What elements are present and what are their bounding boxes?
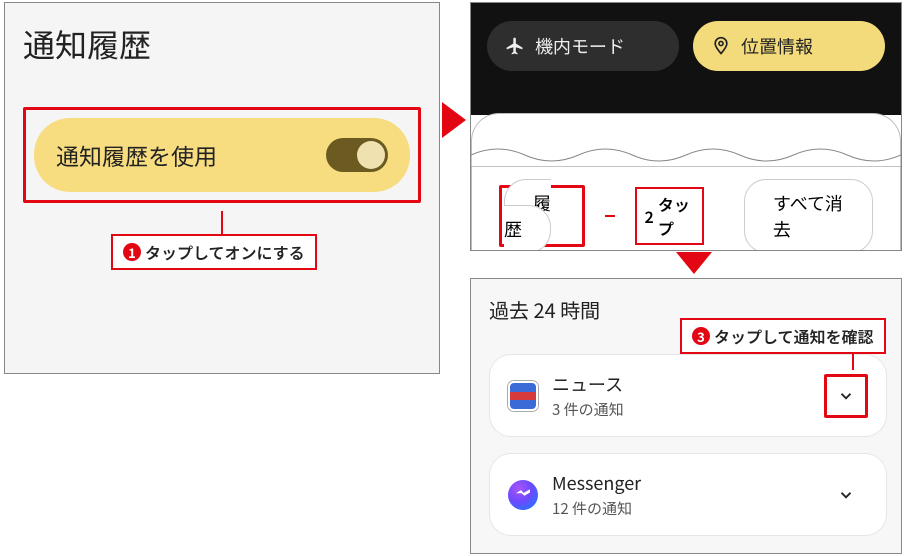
airplane-icon: [505, 36, 525, 56]
torn-edge-graphic: [471, 143, 901, 167]
callout-number-2: 2: [645, 204, 654, 228]
airplane-mode-chip[interactable]: 機内モード: [487, 21, 679, 71]
callout-1: 1 タップしてオンにする: [111, 234, 317, 270]
location-icon: [711, 36, 731, 56]
notification-shade-screen: 機内モード 位置情報 履歴 2 タップ すべて消去: [470, 2, 902, 251]
toggle-switch-on[interactable]: [326, 138, 388, 172]
app-name: ニュース: [552, 371, 810, 397]
notification-group-news[interactable]: ニュース 3 件の通知: [489, 354, 887, 437]
toggle-label: 通知履歴を使用: [56, 138, 217, 172]
notification-text: Messenger 12 件の通知: [552, 470, 810, 519]
highlight-box-history-btn: 履歴: [499, 185, 585, 247]
callout-2: 2 タップ: [635, 187, 704, 245]
notification-count: 12 件の通知: [552, 498, 810, 519]
messenger-app-icon: [508, 480, 538, 510]
clear-all-button[interactable]: すべて消去: [744, 179, 873, 251]
highlight-box-toggle: 通知履歴を使用: [23, 107, 421, 203]
callout-3: 3 タップして通知を確認: [680, 318, 886, 354]
news-app-icon: [508, 381, 538, 411]
quick-settings-bar: 機内モード 位置情報: [471, 3, 901, 115]
location-label: 位置情報: [741, 33, 813, 59]
history-button[interactable]: 履歴: [504, 179, 551, 251]
expand-chevron[interactable]: [824, 473, 868, 517]
callout-number-3: 3: [692, 327, 710, 345]
sheet-button-row: 履歴 2 タップ すべて消去: [471, 179, 901, 251]
callout-number-1: 1: [123, 243, 141, 261]
notification-count: 3 件の通知: [552, 399, 810, 420]
callout-connector: [221, 211, 223, 236]
arrow-down-icon: [676, 252, 712, 274]
callout-3-text: タップして通知を確認: [714, 324, 874, 348]
expand-chevron-highlighted[interactable]: [824, 374, 868, 418]
settings-screen: 通知履歴 通知履歴を使用 1 タップしてオンにする: [4, 2, 440, 374]
location-chip[interactable]: 位置情報: [693, 21, 885, 71]
callout-connector: [605, 215, 615, 217]
callout-2-text: タップ: [658, 192, 694, 240]
callout-1-text: タップしてオンにする: [145, 240, 305, 264]
notification-text: ニュース 3 件の通知: [552, 371, 810, 420]
airplane-mode-label: 機内モード: [535, 33, 625, 59]
app-name: Messenger: [552, 470, 810, 496]
page-title: 通知履歴: [23, 21, 421, 67]
notification-group-messenger[interactable]: Messenger 12 件の通知: [489, 453, 887, 536]
use-notification-history-row[interactable]: 通知履歴を使用: [34, 118, 410, 192]
arrow-right-icon: [442, 102, 466, 138]
